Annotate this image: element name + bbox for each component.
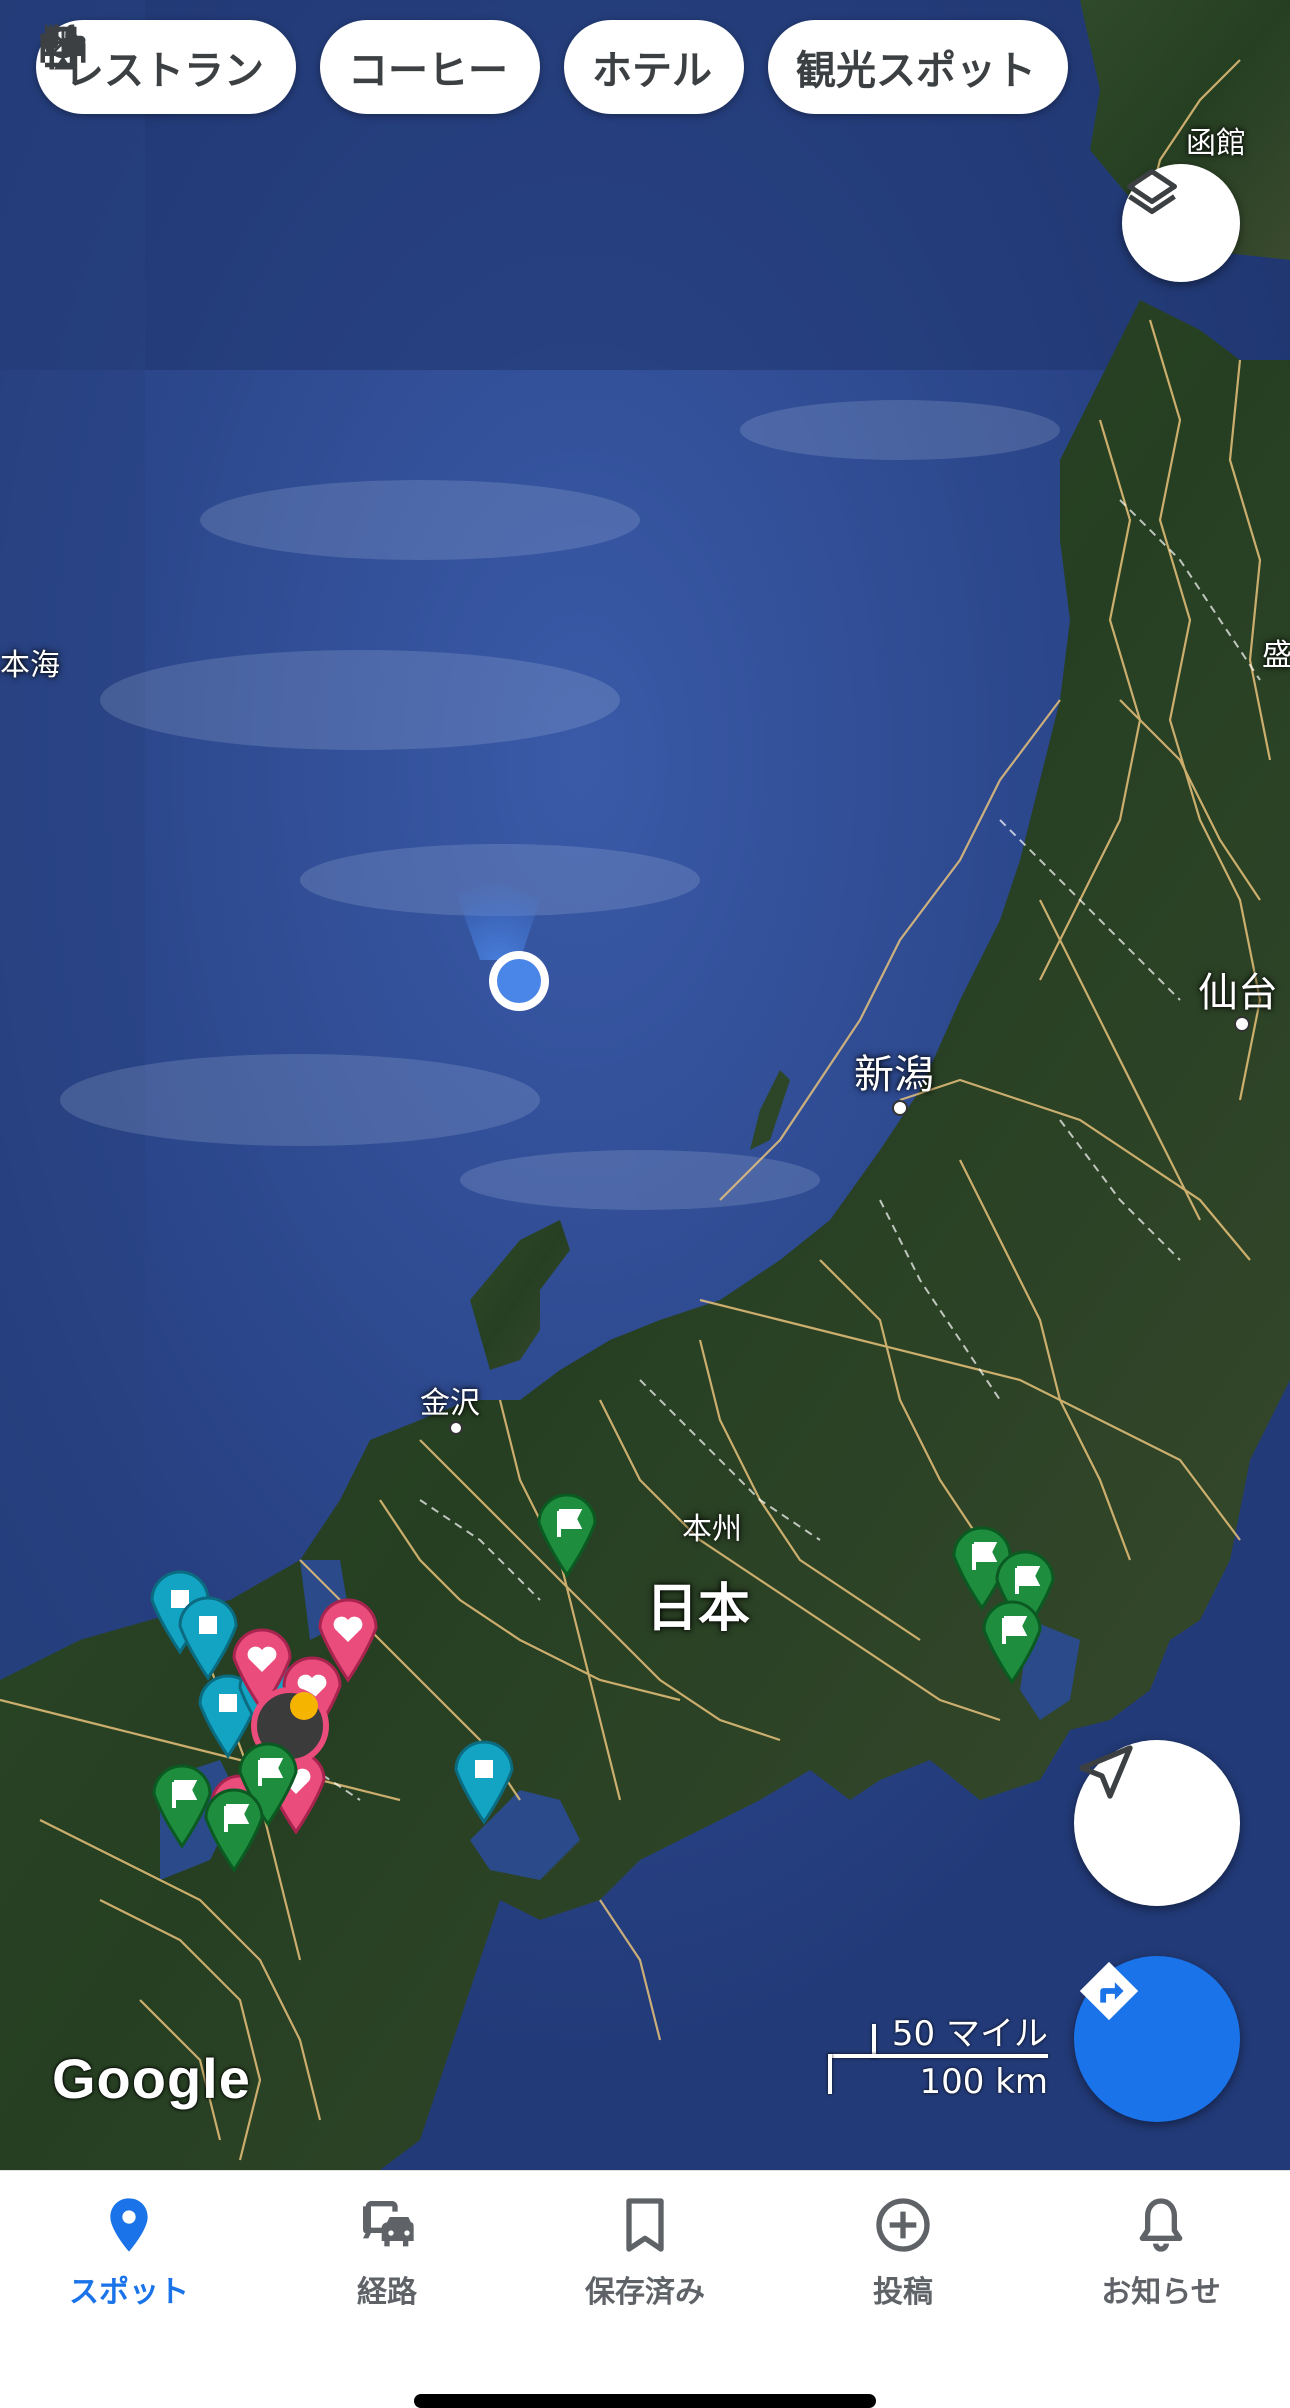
attractions-icon: [47, 26, 79, 70]
map-label-hakodate: 函館: [1186, 126, 1246, 161]
chip-restaurant-label: レストラン: [64, 48, 264, 94]
bell-icon: [1139, 2198, 1183, 2252]
map-view[interactable]: 函館 本海 盛 仙台 新潟 金沢 本州 日本 レストラン コーヒー ホテル 観光…: [0, 0, 1290, 2170]
scale-miles: 50 マイル: [891, 2014, 1048, 2054]
commute-icon: [363, 2201, 414, 2247]
directions-icon: [1079, 1961, 1139, 2021]
map-label-niigata: 新潟: [854, 1052, 934, 1098]
place-pin-icon: [110, 2198, 148, 2252]
bottom-navigation: スポット 経路 保存済み 投稿 お知らせ: [0, 2170, 1290, 2408]
google-logo: Google: [52, 2047, 251, 2110]
nav-explore[interactable]: スポット: [0, 2193, 258, 2333]
layers-button[interactable]: [1122, 164, 1240, 282]
kanazawa-city-dot: [449, 1421, 463, 1435]
nav-contribute-label: 投稿: [873, 2275, 933, 2310]
map-label-sea-of-japan: 本海: [0, 648, 60, 683]
map-label-honshu: 本州: [682, 1512, 742, 1547]
chip-hotel[interactable]: ホテル: [40, 20, 744, 114]
map-label-kanazawa: 金沢: [420, 1386, 480, 1421]
scale-km: 100 km: [919, 2062, 1048, 2102]
chip-hotel-label: ホテル: [592, 48, 712, 94]
chip-coffee-label: コーヒー: [348, 48, 508, 94]
nav-explore-label: スポット: [69, 2275, 189, 2310]
directions-button[interactable]: [1074, 1956, 1240, 2122]
niigata-city-dot: [892, 1100, 908, 1116]
navigation-arrow-icon: [1079, 1745, 1133, 1799]
nav-contribute[interactable]: 投稿: [774, 2193, 1032, 2333]
map-label-japan: 日本: [646, 1579, 751, 1639]
add-circle-icon: [876, 2198, 930, 2252]
category-chips: レストラン コーヒー ホテル 観光スポット: [36, 20, 1068, 114]
my-location-button[interactable]: [1074, 1740, 1240, 1906]
nav-updates-label: お知らせ: [1101, 2275, 1221, 2310]
nav-commute-label: 経路: [357, 2275, 417, 2310]
nav-saved[interactable]: 保存済み: [516, 2193, 774, 2333]
map-label-sendai: 仙台: [1198, 970, 1278, 1016]
layers-icon: [1127, 169, 1177, 214]
chip-attractions[interactable]: 観光スポット: [47, 20, 1068, 114]
sendai-city-dot: [1234, 1016, 1250, 1032]
map-scale-bar: 50 マイル 100 km: [828, 2006, 1048, 2102]
chip-attractions-label: 観光スポット: [796, 48, 1036, 94]
nav-saved-label: 保存済み: [585, 2275, 705, 2310]
home-indicator[interactable]: [414, 2394, 876, 2408]
map-label-morioka: 盛: [1262, 638, 1290, 673]
nav-updates[interactable]: お知らせ: [1032, 2193, 1290, 2333]
bookmark-icon: [626, 2198, 664, 2252]
nav-commute[interactable]: 経路: [258, 2193, 516, 2333]
chip-coffee[interactable]: コーヒー: [45, 20, 540, 114]
